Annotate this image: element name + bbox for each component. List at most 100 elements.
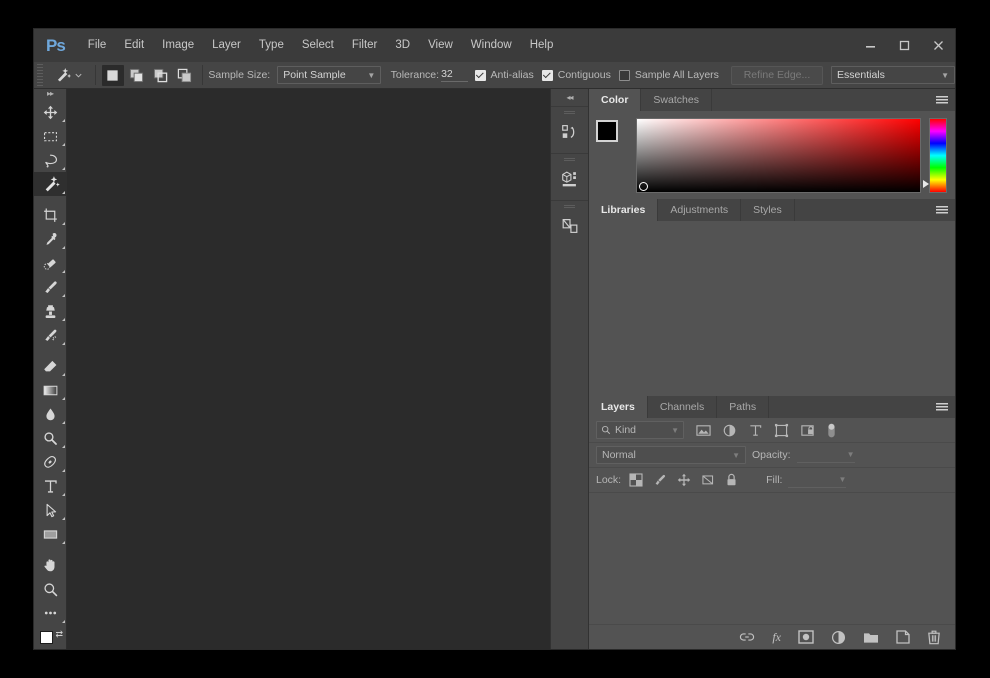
menu-file[interactable]: File	[79, 29, 116, 62]
add-layer-mask-button[interactable]	[798, 630, 814, 644]
new-adjustment-layer-button[interactable]	[831, 630, 846, 645]
tab-adjustments[interactable]: Adjustments	[658, 199, 742, 221]
clone-stamp-tool[interactable]	[34, 299, 67, 323]
menu-image[interactable]: Image	[153, 29, 203, 62]
history-brush-tool[interactable]	[34, 323, 67, 347]
anti-alias-checkbox[interactable]	[474, 69, 486, 81]
eyedropper-tool[interactable]	[34, 227, 67, 251]
close-button[interactable]	[921, 29, 955, 62]
brush-tool[interactable]	[34, 275, 67, 299]
tab-channels[interactable]: Channels	[648, 396, 718, 418]
layer-list[interactable]	[589, 493, 955, 624]
new-selection-button[interactable]	[101, 64, 124, 86]
menu-view[interactable]: View	[419, 29, 462, 62]
path-selection-tool[interactable]	[34, 498, 67, 522]
opacity-input[interactable]: ▼	[796, 447, 855, 463]
refine-edge-button[interactable]: Refine Edge...	[730, 65, 823, 85]
filter-shape-layers-icon[interactable]	[774, 423, 789, 438]
libraries-panel-menu-button[interactable]	[936, 199, 948, 221]
dock-grip[interactable]	[564, 111, 575, 114]
magic-wand-tool[interactable]	[34, 172, 67, 196]
options-bar-grip[interactable]	[37, 64, 44, 86]
contiguous-checkbox-wrap[interactable]: Contiguous	[541, 69, 611, 81]
hue-slider[interactable]	[923, 118, 947, 193]
blend-mode-select[interactable]: Normal ▼	[596, 446, 746, 464]
color-gradient-field[interactable]	[636, 118, 921, 193]
subtract-from-selection-button[interactable]	[150, 65, 172, 86]
sample-all-layers-checkbox-wrap[interactable]: Sample All Layers	[618, 69, 719, 81]
pen-tool[interactable]	[34, 450, 67, 474]
sample-all-layers-checkbox[interactable]	[618, 69, 630, 81]
properties-panel-button[interactable]	[555, 211, 585, 241]
zoom-tool[interactable]	[34, 577, 67, 601]
filter-smart-object-icon[interactable]	[800, 423, 815, 438]
lock-artboard-icon[interactable]	[701, 473, 715, 487]
gradient-tool[interactable]	[34, 378, 67, 402]
color-picker-marker[interactable]	[639, 182, 648, 191]
tab-styles[interactable]: Styles	[741, 199, 795, 221]
sample-size-select[interactable]: Point Sample ▼	[277, 66, 382, 84]
swap-colors-icon[interactable]: ⇄	[55, 629, 63, 640]
history-panel-button[interactable]	[555, 117, 585, 147]
menu-type[interactable]: Type	[250, 29, 293, 62]
crop-tool[interactable]	[34, 203, 67, 227]
layer-filter-kind-select[interactable]: Kind ▼	[596, 421, 684, 439]
layer-style-button[interactable]: fx	[772, 630, 781, 645]
filter-toggle-icon[interactable]	[826, 422, 837, 439]
edit-toolbar-button[interactable]	[34, 601, 67, 625]
move-tool[interactable]	[34, 100, 67, 124]
link-layers-button[interactable]	[739, 631, 755, 643]
lock-transparent-pixels-icon[interactable]	[629, 473, 643, 487]
tolerance-input[interactable]: 32	[441, 68, 468, 82]
lock-image-pixels-icon[interactable]	[653, 473, 667, 487]
menu-edit[interactable]: Edit	[115, 29, 153, 62]
lasso-tool[interactable]	[34, 148, 67, 172]
dock-grip[interactable]	[564, 205, 575, 208]
lock-position-icon[interactable]	[677, 473, 691, 487]
hand-tool[interactable]	[34, 553, 67, 577]
filter-adjustment-layers-icon[interactable]	[722, 423, 737, 438]
color-panel-menu-button[interactable]	[936, 89, 948, 111]
rectangle-tool[interactable]	[34, 522, 67, 546]
menu-help[interactable]: Help	[521, 29, 563, 62]
fill-input[interactable]: ▼	[788, 472, 847, 488]
intersect-with-selection-button[interactable]	[174, 65, 196, 86]
menu-select[interactable]: Select	[293, 29, 343, 62]
maximize-button[interactable]	[887, 29, 921, 62]
filter-pixel-layers-icon[interactable]	[696, 423, 711, 438]
contiguous-checkbox[interactable]	[541, 69, 553, 81]
3d-panel-button[interactable]	[555, 164, 585, 194]
tab-layers[interactable]: Layers	[589, 396, 648, 418]
dodge-tool[interactable]	[34, 426, 67, 450]
new-group-button[interactable]	[863, 631, 879, 644]
eraser-tool[interactable]	[34, 354, 67, 378]
delete-layer-button[interactable]	[927, 630, 941, 645]
anti-alias-checkbox-wrap[interactable]: Anti-alias	[474, 69, 534, 81]
color-foreground-swatch[interactable]	[596, 120, 618, 142]
tab-paths[interactable]: Paths	[717, 396, 770, 418]
dock-grip[interactable]	[564, 158, 575, 161]
menu-layer[interactable]: Layer	[203, 29, 250, 62]
spot-healing-brush-tool[interactable]	[34, 251, 67, 275]
active-tool-preset-picker[interactable]	[47, 64, 89, 87]
tab-color[interactable]: Color	[589, 89, 642, 111]
menu-3d[interactable]: 3D	[386, 29, 419, 62]
blur-tool[interactable]	[34, 402, 67, 426]
tab-swatches[interactable]: Swatches	[641, 89, 712, 111]
minimize-button[interactable]	[853, 29, 887, 62]
rectangular-marquee-tool[interactable]	[34, 124, 67, 148]
foreground-color-swatch[interactable]	[40, 631, 53, 644]
filter-type-layers-icon[interactable]	[748, 423, 763, 438]
menu-window[interactable]: Window	[462, 29, 521, 62]
add-to-selection-button[interactable]	[126, 65, 148, 86]
workspace-select[interactable]: Essentials ▼	[831, 66, 956, 84]
type-tool[interactable]	[34, 474, 67, 498]
layers-panel-menu-button[interactable]	[936, 396, 948, 418]
tools-expand-button[interactable]: ▸▸	[34, 89, 66, 98]
hue-slider-handle[interactable]	[923, 180, 929, 188]
dock-collapse-button[interactable]: ◂◂	[551, 89, 588, 106]
canvas-area[interactable]	[67, 89, 550, 649]
menu-filter[interactable]: Filter	[343, 29, 387, 62]
libraries-panel-body[interactable]	[589, 221, 955, 396]
new-layer-button[interactable]	[896, 630, 910, 644]
